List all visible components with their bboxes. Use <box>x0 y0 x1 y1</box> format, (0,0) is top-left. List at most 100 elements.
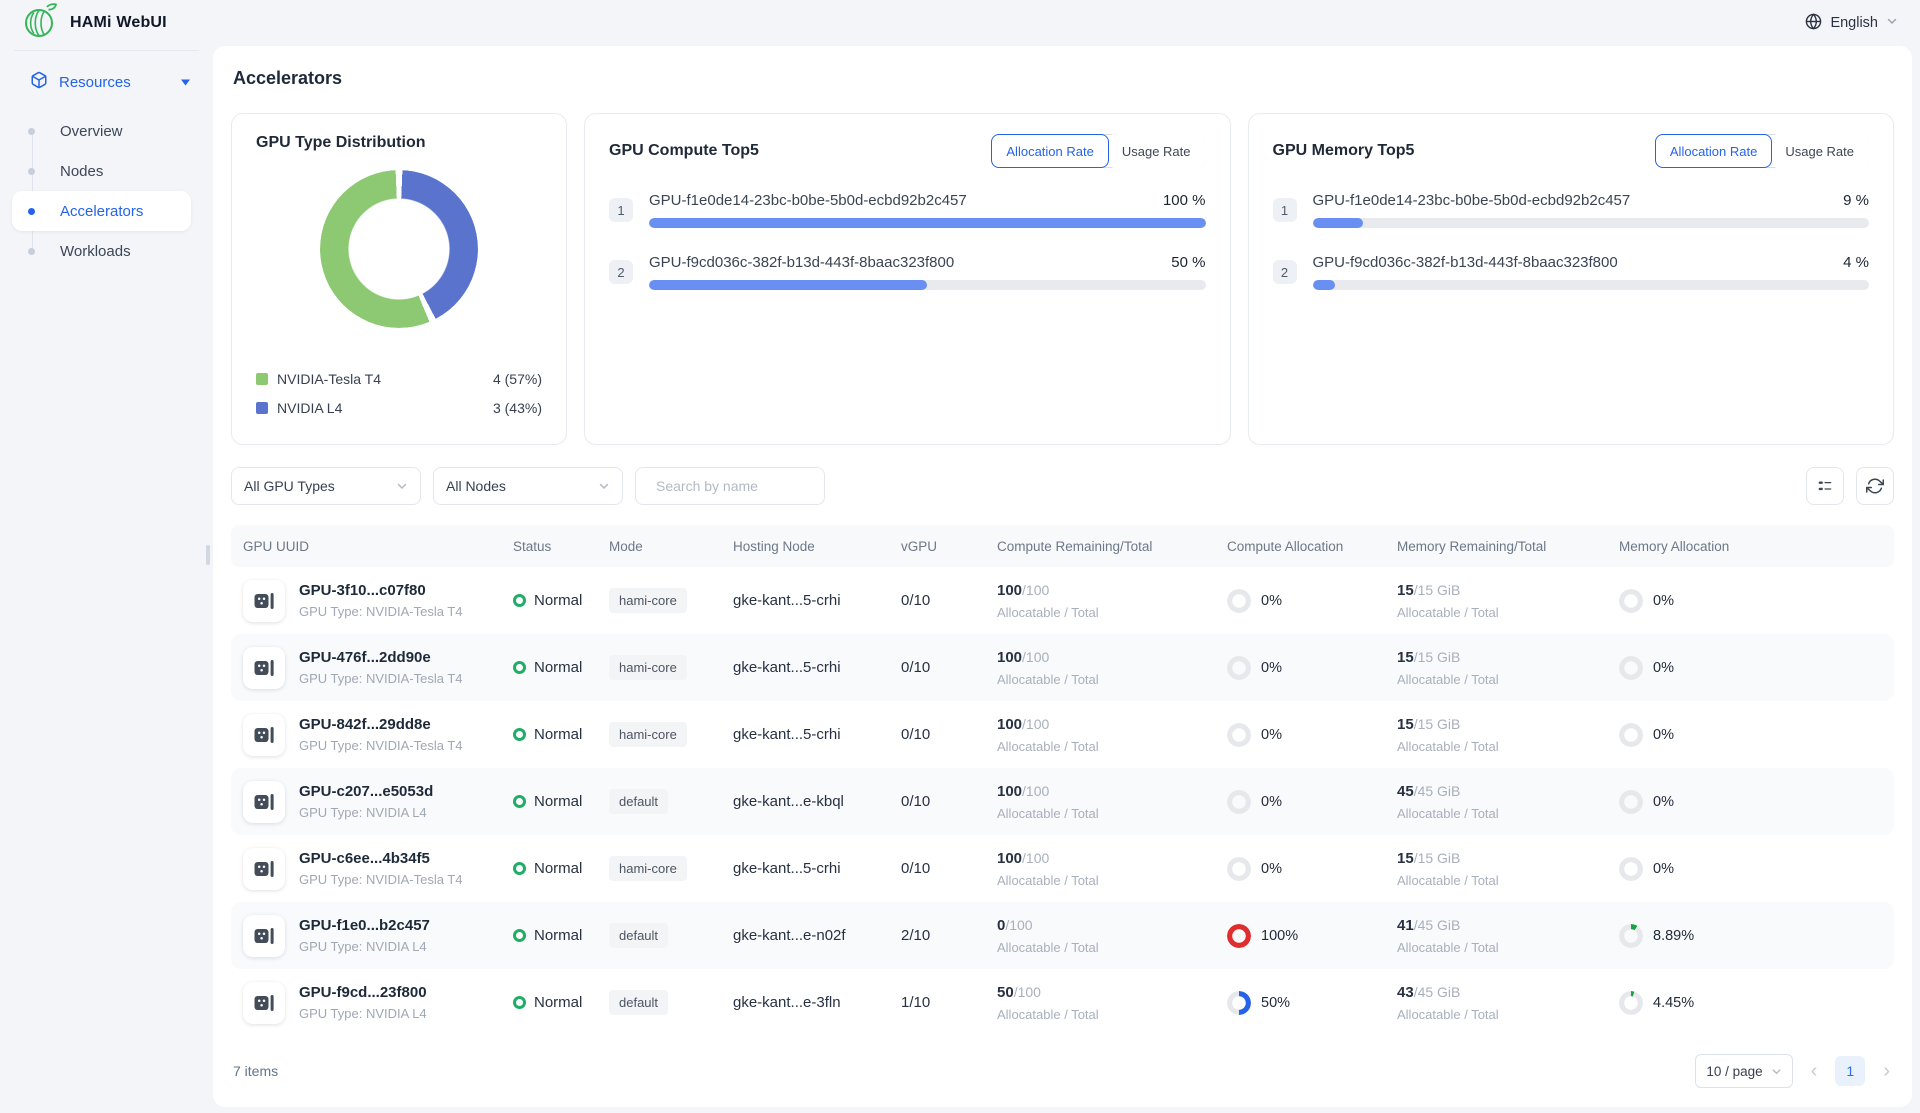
legend-swatch <box>256 402 268 414</box>
memory-remaining: 15 <box>1397 850 1414 867</box>
card-title: GPU Type Distribution <box>256 134 425 152</box>
rank-badge: 2 <box>1273 260 1297 284</box>
usage-rate-tab[interactable]: Usage Rate <box>1107 134 1206 168</box>
table-row[interactable]: GPU-842f...29dd8e GPU Type: NVIDIA-Tesla… <box>231 701 1894 768</box>
compute-allocation-value: 0% <box>1261 660 1282 676</box>
gpu-icon <box>252 857 276 881</box>
gpu-uuid-link[interactable]: GPU-f9cd...23f800 <box>299 984 427 1001</box>
memory-allocation-ring <box>1619 589 1643 613</box>
language-selector[interactable]: English <box>1805 13 1898 34</box>
compute-allocation-value: 0% <box>1261 794 1282 810</box>
rank-badge: 2 <box>609 260 633 284</box>
compute-allocation-value: 0% <box>1261 727 1282 743</box>
gpu-type-label: GPU Type: NVIDIA L4 <box>299 805 433 820</box>
table-settings-button[interactable] <box>1806 467 1844 505</box>
table-row[interactable]: GPU-f9cd...23f800 GPU Type: NVIDIA L4 No… <box>231 969 1894 1036</box>
gpu-uuid-link[interactable]: GPU-f1e0...b2c457 <box>299 917 430 934</box>
items-count: 7 items <box>233 1063 278 1079</box>
memory-remaining: 15 <box>1397 582 1414 599</box>
mode-badge: hami-core <box>609 655 687 680</box>
compute-allocation-ring <box>1227 723 1251 747</box>
compute-allocation-ring <box>1227 991 1251 1015</box>
allocatable-total-label: Allocatable / Total <box>997 739 1207 754</box>
table-row[interactable]: GPU-c6ee...4b34f5 GPU Type: NVIDIA-Tesla… <box>231 835 1894 902</box>
allocation-rate-tab[interactable]: Allocation Rate <box>991 134 1108 168</box>
vgpu-value: 0/10 <box>891 592 987 609</box>
column-header: Compute Remaining/Total <box>987 539 1217 554</box>
memory-allocation-value: 0% <box>1653 727 1674 743</box>
column-header: Compute Allocation <box>1217 539 1387 554</box>
search-input[interactable] <box>656 478 837 494</box>
previous-page-button[interactable]: ‹ <box>1809 1061 1820 1081</box>
memory-total: /45 GiB <box>1414 917 1461 933</box>
gpu-uuid-link[interactable]: GPU-476f...2dd90e <box>299 649 463 666</box>
sidebar-item-accelerators[interactable]: Accelerators <box>12 191 191 231</box>
sidebar-item-workloads[interactable]: Workloads <box>12 231 191 271</box>
sidebar-section-resources[interactable]: Resources <box>30 67 191 97</box>
gpu-uuid-link[interactable]: GPU-3f10...c07f80 <box>299 582 463 599</box>
usage-rate-tab[interactable]: Usage Rate <box>1770 134 1869 168</box>
chevron-down-icon <box>396 480 408 492</box>
memory-total: /15 GiB <box>1414 649 1461 665</box>
next-page-button[interactable]: › <box>1881 1061 1892 1081</box>
rate-toggle: Allocation Rate Usage Rate <box>991 134 1205 168</box>
hosting-node: gke-kant...e-3fln <box>723 994 891 1011</box>
page-number-button[interactable]: 1 <box>1835 1056 1865 1086</box>
memory-remaining: 43 <box>1397 984 1414 1001</box>
app-window: HAMi WebUI English Res <box>0 0 1920 1113</box>
table-row[interactable]: GPU-f1e0...b2c457 GPU Type: NVIDIA L4 No… <box>231 902 1894 969</box>
gpu-type-label: GPU Type: NVIDIA-Tesla T4 <box>299 872 463 887</box>
node-filter-select[interactable]: All Nodes <box>433 467 623 505</box>
gpu-uuid-link[interactable]: GPU-c6ee...4b34f5 <box>299 850 463 867</box>
legend-value: 3 (43%) <box>493 400 542 416</box>
rank-badge: 1 <box>609 198 633 222</box>
status-label: Normal <box>534 793 582 810</box>
gpu-type-label: GPU Type: NVIDIA L4 <box>299 1006 427 1021</box>
allocatable-total-label: Allocatable / Total <box>1397 605 1599 620</box>
gpu-card-iconbox <box>243 915 285 957</box>
status-dot-icon <box>513 795 526 808</box>
top-header: HAMi WebUI English <box>0 0 1920 46</box>
allocatable-total-label: Allocatable / Total <box>1397 1007 1599 1022</box>
rate-value: 9 % <box>1843 192 1869 209</box>
hosting-node: gke-kant...5-crhi <box>723 592 891 609</box>
column-header: GPU UUID <box>231 539 503 554</box>
sidebar-item-overview[interactable]: Overview <box>12 111 191 151</box>
allocatable-total-label: Allocatable / Total <box>997 1007 1207 1022</box>
sidebar-resize-handle[interactable] <box>206 545 210 565</box>
top5-item: 2 GPU-f9cd036c-382f-b13d-443f-8baac323f8… <box>609 254 1206 290</box>
mode-badge: default <box>609 923 668 948</box>
status-label: Normal <box>534 659 582 676</box>
memory-allocation-value: 0% <box>1653 593 1674 609</box>
gpu-uuid-label: GPU-f1e0de14-23bc-b0be-5b0d-ecbd92b2c457 <box>649 192 967 209</box>
sidebar-item-nodes[interactable]: Nodes <box>12 151 191 191</box>
gpu-type-distribution-card: GPU Type Distribution NVIDIA-Tesla T4 4 … <box>231 113 567 445</box>
gpu-type-label: GPU Type: NVIDIA-Tesla T4 <box>299 738 463 753</box>
gpu-uuid-link[interactable]: GPU-842f...29dd8e <box>299 716 463 733</box>
compute-total: /100 <box>1022 850 1049 866</box>
nav-dot <box>28 128 35 135</box>
table-row[interactable]: GPU-c207...e5053d GPU Type: NVIDIA L4 No… <box>231 768 1894 835</box>
allocatable-total-label: Allocatable / Total <box>1397 672 1599 687</box>
allocatable-total-label: Allocatable / Total <box>997 806 1207 821</box>
column-header: vGPU <box>891 539 987 554</box>
table-row[interactable]: GPU-3f10...c07f80 GPU Type: NVIDIA-Tesla… <box>231 567 1894 634</box>
gpu-type-filter-value: All GPU Types <box>244 478 335 494</box>
memory-remaining: 15 <box>1397 716 1414 733</box>
legend-swatch <box>256 373 268 385</box>
page-size-select[interactable]: 10 / page <box>1695 1054 1792 1088</box>
sidebar-item-label: Nodes <box>60 163 103 180</box>
globe-icon <box>1805 13 1822 34</box>
gpu-type-filter-select[interactable]: All GPU Types <box>231 467 421 505</box>
gpu-uuid-link[interactable]: GPU-c207...e5053d <box>299 783 433 800</box>
progress-bar-fill <box>649 280 927 290</box>
hosting-node: gke-kant...e-kbql <box>723 793 891 810</box>
allocation-rate-tab[interactable]: Allocation Rate <box>1655 134 1772 168</box>
language-label: English <box>1830 15 1878 31</box>
refresh-button[interactable] <box>1856 467 1894 505</box>
table-row[interactable]: GPU-476f...2dd90e GPU Type: NVIDIA-Tesla… <box>231 634 1894 701</box>
mode-badge: default <box>609 789 668 814</box>
memory-total: /15 GiB <box>1414 716 1461 732</box>
gpu-type-label: GPU Type: NVIDIA-Tesla T4 <box>299 604 463 619</box>
progress-bar <box>1313 218 1870 228</box>
